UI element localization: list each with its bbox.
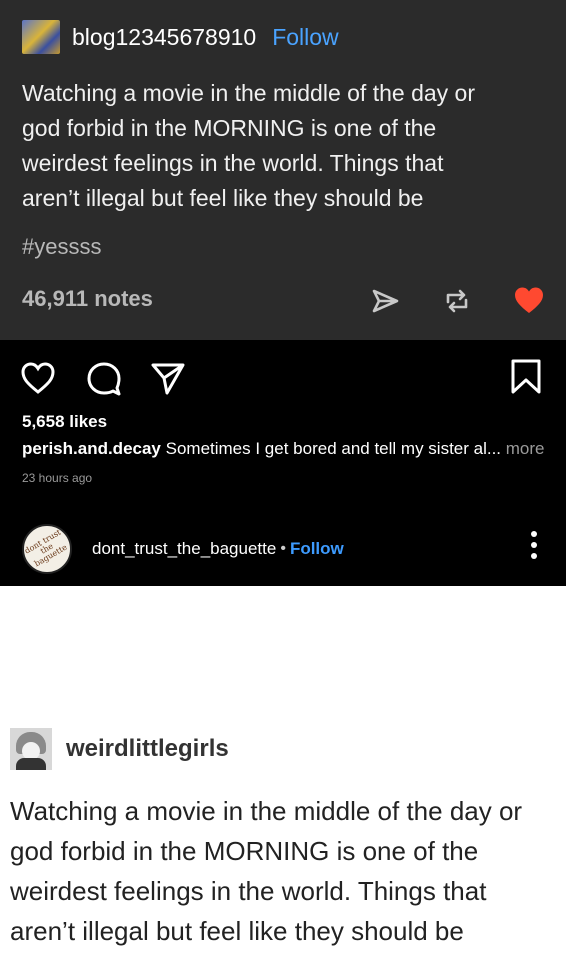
heart-icon[interactable] — [514, 286, 544, 316]
more-vertical-icon[interactable] — [530, 530, 538, 560]
post-body: Watching a movie in the middle of the da… — [22, 76, 542, 216]
tumblr-light-post: weirdlittlegirls Watching a movie in the… — [0, 586, 566, 960]
caption-username[interactable]: perish.and.decay — [22, 439, 161, 458]
bookmark-icon[interactable] — [508, 358, 544, 394]
blog-avatar[interactable] — [22, 20, 60, 54]
post-tag[interactable]: #yessss — [22, 234, 101, 260]
comment-icon[interactable] — [86, 360, 122, 396]
follow-button[interactable]: Follow — [272, 24, 338, 51]
post-caption: perish.and.decay Sometimes I get bored a… — [22, 439, 545, 459]
separator-dot: • — [280, 540, 286, 557]
post-timestamp: 23 hours ago — [22, 471, 93, 485]
likes-count[interactable]: 5,658 likes — [22, 412, 107, 432]
blog-username[interactable]: weirdlittlegirls — [66, 735, 229, 763]
post-body-line: weirdest feelings in the world. Things t… — [22, 150, 444, 176]
avatar-logo-text: dont trust the baguette — [23, 527, 69, 569]
share-icon[interactable] — [370, 286, 400, 316]
post-body-line: Watching a movie in the middle of the da… — [10, 796, 523, 826]
send-icon[interactable] — [150, 360, 186, 396]
follow-button[interactable]: Follow — [290, 539, 344, 559]
suggested-account: dont trust the baguette dont_trust_the_b… — [22, 524, 344, 574]
post-header: blog12345678910 Follow — [22, 20, 339, 54]
post-body-line: aren’t illegal but feel like they should… — [22, 185, 424, 211]
account-handle[interactable]: dont_trust_the_baguette — [92, 539, 276, 559]
notes-count[interactable]: 46,911 notes — [22, 286, 153, 312]
tumblr-dark-post: blog12345678910 Follow Watching a movie … — [0, 0, 566, 340]
post-body-line: god forbid in the MORNING is one of the — [22, 115, 437, 141]
blog-username[interactable]: blog12345678910 — [72, 24, 256, 51]
post-body-line: god forbid in the MORNING is one of the — [10, 836, 479, 866]
heart-outline-icon[interactable] — [20, 360, 56, 396]
post-body-line: Watching a movie in the middle of the da… — [22, 80, 475, 106]
caption-text: Sometimes I get bored and tell my sister… — [160, 439, 502, 458]
post-body-line: weirdest feelings in the world. Things t… — [10, 876, 487, 906]
post-body-line: aren’t illegal but feel like they should… — [10, 916, 464, 946]
avatar[interactable]: dont trust the baguette — [22, 524, 72, 574]
reblog-icon[interactable] — [442, 286, 472, 316]
avatar[interactable] — [10, 728, 52, 770]
post-body: Watching a movie in the middle of the da… — [10, 791, 566, 951]
more-link[interactable]: more — [501, 439, 545, 458]
instagram-post: 5,658 likes perish.and.decay Sometimes I… — [0, 340, 566, 586]
post-header: weirdlittlegirls — [10, 728, 229, 770]
